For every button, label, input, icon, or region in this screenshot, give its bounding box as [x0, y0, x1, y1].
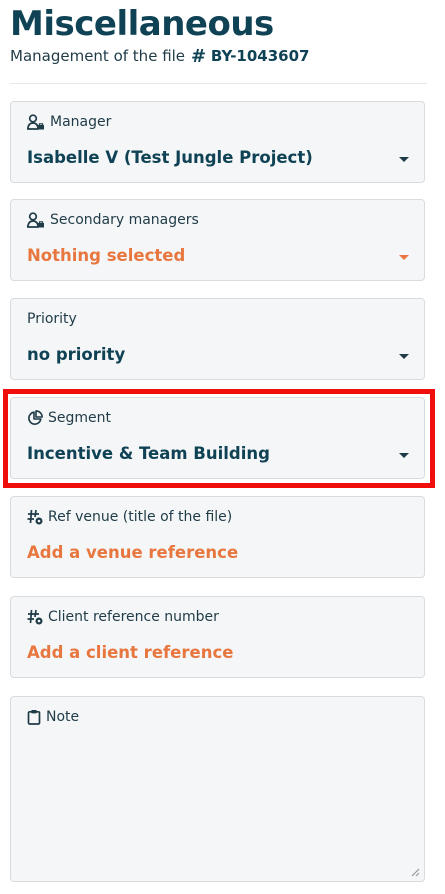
secondary-managers-label: Secondary managers: [27, 211, 199, 229]
note-textarea[interactable]: Note: [10, 696, 425, 882]
client-reference-label: Client reference number: [27, 608, 219, 626]
miscellaneous-panel: Miscellaneous Management of the file # BY…: [0, 0, 445, 894]
priority-select[interactable]: Priority no priority: [10, 298, 425, 380]
person-manager-icon: [27, 114, 45, 130]
hashtag-gear-icon: [27, 509, 43, 525]
note-label-text: Note: [46, 709, 80, 725]
segment-label-text: Segment: [48, 410, 111, 426]
pie-chart-icon: [27, 410, 43, 426]
hashtag-icon: #: [191, 46, 207, 67]
ref-venue-link[interactable]: Add a venue reference: [27, 542, 238, 564]
manager-value: Isabelle V (Test Jungle Project): [27, 148, 313, 167]
note-label: Note: [27, 708, 79, 726]
clipboard-icon: [27, 709, 41, 725]
priority-value: no priority: [27, 345, 126, 364]
secondary-managers-select[interactable]: Secondary managers Nothing selected: [10, 199, 425, 281]
segment-label: Segment: [27, 409, 111, 427]
manager-select[interactable]: Manager Isabelle V (Test Jungle Project): [10, 101, 425, 183]
file-id: BY-1043607: [210, 47, 310, 65]
client-reference-field[interactable]: Client reference number Add a client ref…: [10, 596, 425, 678]
subtitle-text: Management of the file: [10, 47, 186, 65]
chevron-down-icon: [399, 453, 409, 458]
priority-label-text: Priority: [27, 311, 77, 327]
person-manager-icon: [27, 212, 45, 228]
segment-value: Incentive & Team Building: [27, 444, 270, 463]
file-subtitle: Management of the file # BY-1043607: [10, 46, 309, 67]
resize-handle-icon[interactable]: [410, 867, 420, 877]
client-reference-link[interactable]: Add a client reference: [27, 642, 233, 664]
client-reference-label-text: Client reference number: [48, 609, 219, 625]
segment-select[interactable]: Segment Incentive & Team Building: [10, 397, 425, 479]
secondary-managers-label-text: Secondary managers: [50, 212, 199, 228]
page-title: Miscellaneous: [10, 4, 274, 44]
ref-venue-field[interactable]: Ref venue (title of the file) Add a venu…: [10, 496, 425, 578]
chevron-down-icon: [399, 157, 409, 162]
hashtag-gear-icon: [27, 609, 43, 625]
ref-venue-label-text: Ref venue (title of the file): [48, 509, 233, 525]
manager-label-text: Manager: [50, 114, 112, 130]
ref-venue-label: Ref venue (title of the file): [27, 508, 232, 526]
chevron-down-icon: [399, 354, 409, 359]
manager-label: Manager: [27, 113, 111, 131]
header-divider: [10, 83, 427, 84]
secondary-managers-value: Nothing selected: [27, 246, 186, 265]
chevron-down-icon: [399, 255, 409, 260]
priority-label: Priority: [27, 310, 77, 328]
